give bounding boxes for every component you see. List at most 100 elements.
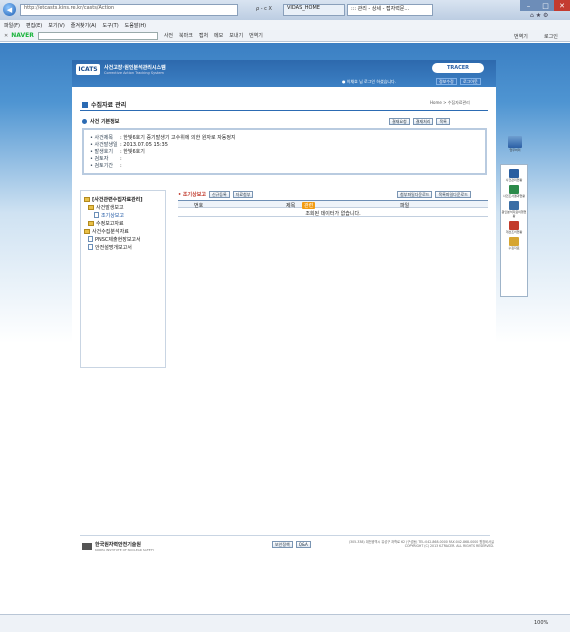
btn-label: 목록파일다운로드 — [438, 191, 468, 197]
corrective-action-icon — [509, 221, 519, 230]
investigation-icon — [509, 185, 519, 194]
menu-view[interactable]: 보기(V) — [48, 22, 65, 29]
menu-favorites[interactable]: 즐겨찾기(A) — [71, 22, 97, 29]
footer-divider — [80, 535, 490, 536]
tree-item[interactable]: 사건수집분석자료 — [84, 227, 162, 235]
close-toolbar-icon[interactable]: ✕ — [4, 33, 8, 39]
toolbar-dictionary[interactable]: 사전 — [164, 32, 173, 39]
section-button-group: 결재요청 결재처리 목록 — [389, 118, 450, 125]
info-label: • 검토기간 — [90, 163, 113, 169]
toolbar-login[interactable]: 로그인 — [544, 33, 558, 40]
info-value: : — [120, 155, 122, 162]
folder-icon — [84, 196, 90, 202]
tree-root-label: [사건관련수집자료관리] — [92, 196, 143, 203]
address-url: http://etcasts.kins.re.kr/casts/Action — [24, 5, 115, 11]
tab-active[interactable]: ::: 관리 - 상세 - 접자력문... — [347, 4, 433, 16]
info-value: : 2013.07.05 15:35 — [120, 141, 168, 148]
info-value: : — [120, 162, 122, 169]
toolbar-capture[interactable]: 캡처 — [199, 32, 208, 39]
breadcrumb: Home > 수집자료관리 — [430, 100, 470, 105]
side-top-label: 업무처리 — [509, 148, 521, 152]
info-row: • 사건제목: 한빛6호기 증기발생기 고수위에 의한 원자로 자동정지 — [90, 134, 479, 141]
menu-edit[interactable]: 편집(E) — [26, 22, 42, 29]
user-message: ● 이채호 님 로그인 하셨습니다. — [342, 79, 397, 84]
tree-item-label: 사건수집분석자료 — [92, 228, 129, 235]
mypage-label: 정보수정 — [439, 78, 454, 84]
tree-item-selected[interactable]: 조기상보고 — [84, 211, 162, 219]
table-toolbar: • 조기상보고 신규등록 자료첨부 — [178, 191, 254, 198]
attach-button[interactable]: 자료첨부 — [232, 191, 254, 198]
site-header: ICATS 사건고장·원인분석관리시스템 Corrective Action T… — [72, 60, 496, 87]
tab-label: ::: 관리 - 상세 - 접자력문... — [351, 6, 410, 12]
monitor-icon — [508, 136, 522, 148]
download-list-button[interactable]: 목록파일다운로드 — [435, 191, 471, 198]
btn-label: 첨부파일다운로드 — [400, 191, 430, 197]
tree-item-label: 사건발생보고 — [96, 204, 124, 211]
home-star-gear-icon[interactable]: ⌂ ★ ⚙ — [530, 12, 548, 19]
quick-menu-label: 사건관리현황 — [505, 178, 523, 182]
tree-item[interactable]: PNSC제출현장보고서 — [84, 235, 162, 243]
mypage-button[interactable]: 정보수정 — [436, 78, 457, 85]
approve-process-button[interactable]: 결재처리 — [412, 118, 434, 125]
toolbar-memo[interactable]: 메모 — [214, 32, 223, 39]
logout-button[interactable]: 로그아웃 — [460, 78, 481, 85]
footer-buttons: 보안정책 Q&A — [272, 541, 311, 548]
btn-label: 신규등록 — [211, 191, 227, 197]
table-label: • 조기상보고 — [178, 192, 206, 198]
quick-menu-item[interactable]: 수집자료 — [508, 237, 520, 250]
minimize-button[interactable]: – — [520, 0, 537, 11]
tree-item-label: 안전설명개보고서 — [95, 244, 132, 251]
approve-request-button[interactable]: 결재요청 — [389, 118, 410, 125]
site-subtitle: Corrective Action Tracking System — [104, 71, 164, 75]
btn-label: Q&A — [298, 542, 308, 547]
menu-help[interactable]: 도움말(H) — [125, 22, 146, 29]
side-top-widget[interactable]: 업무처리 — [502, 136, 528, 158]
folder-icon — [88, 204, 94, 210]
info-label: • 발생호기 — [90, 149, 113, 155]
tree-root[interactable]: [사건관련수집자료관리] — [84, 195, 162, 203]
menu-file[interactable]: 파일(F) — [4, 22, 20, 29]
toolbar-translate-right[interactable]: 번역기 — [514, 33, 528, 40]
tree-item-label: 조기상보고 — [101, 212, 125, 219]
toolbar-send[interactable]: 보내기 — [229, 32, 243, 39]
quick-menu-item[interactable]: 원인분석자료이행현황 — [501, 201, 527, 218]
download-attachments-button[interactable]: 첨부파일다운로드 — [397, 191, 433, 198]
naver-logo: NAVER — [11, 32, 34, 39]
btn-label: 목록 — [439, 118, 447, 124]
toolbar-translate[interactable]: 번역기 — [249, 32, 263, 39]
page-title: 수집자료 관리 — [91, 102, 127, 109]
list-button[interactable]: 목록 — [436, 118, 450, 125]
security-policy-button[interactable]: 보안정책 — [272, 541, 293, 548]
table-header: 번호 제목 관련 파일 — [178, 200, 488, 209]
tree-item-label: 수정보고자료 — [96, 220, 124, 227]
zoom-level[interactable]: 100% — [534, 620, 548, 626]
section-bullet-icon — [82, 119, 87, 124]
toolbar-search-input[interactable] — [37, 31, 158, 40]
tree-item[interactable]: 수정보고자료 — [84, 219, 162, 227]
collected-data-icon — [508, 237, 519, 246]
qna-button[interactable]: Q&A — [295, 541, 311, 548]
quick-menu-label: 원인분석자료이행현황 — [501, 210, 527, 218]
info-label: • 사건발생일 — [90, 142, 118, 148]
page-title-row: 수집자료 관리 — [82, 100, 126, 109]
back-icon[interactable]: ◀ — [3, 3, 16, 16]
tracer-logo: TRACER — [432, 63, 484, 73]
quick-menu-item[interactable]: 개선조치현황 — [505, 221, 523, 234]
info-value: : 한빛6호기 증기발생기 고수위에 의한 원자로 자동정지 — [120, 135, 236, 141]
quick-menu-item[interactable]: 사건관리현황 — [505, 169, 523, 182]
tree-item[interactable]: 안전설명개보고서 — [84, 243, 162, 251]
menu-tools[interactable]: 도구(T) — [103, 22, 119, 29]
toolbar-bookmark[interactable]: 북마크 — [179, 32, 193, 39]
browser-titlebar: ◀ http://etcasts.kins.re.kr/casts/Action… — [0, 0, 570, 20]
close-window-button[interactable]: ✕ — [554, 0, 570, 11]
quick-menu-item[interactable]: 사건조사결과현황 — [503, 185, 525, 198]
tree-item[interactable]: 사건발생보고 — [84, 203, 162, 211]
maximize-button[interactable]: □ — [537, 0, 554, 11]
document-icon — [94, 212, 99, 218]
new-register-button[interactable]: 신규등록 — [208, 191, 230, 198]
menu-bar: 파일(F) 편집(E) 보기(V) 즐겨찾기(A) 도구(T) 도움말(H) — [0, 20, 570, 30]
quick-menu-label: 개선조치현황 — [505, 230, 523, 234]
address-bar[interactable]: http://etcasts.kins.re.kr/casts/Action — [20, 4, 238, 16]
tab-vidas-home[interactable]: VIDAS_HOME — [283, 4, 345, 16]
title-icon — [82, 101, 88, 108]
